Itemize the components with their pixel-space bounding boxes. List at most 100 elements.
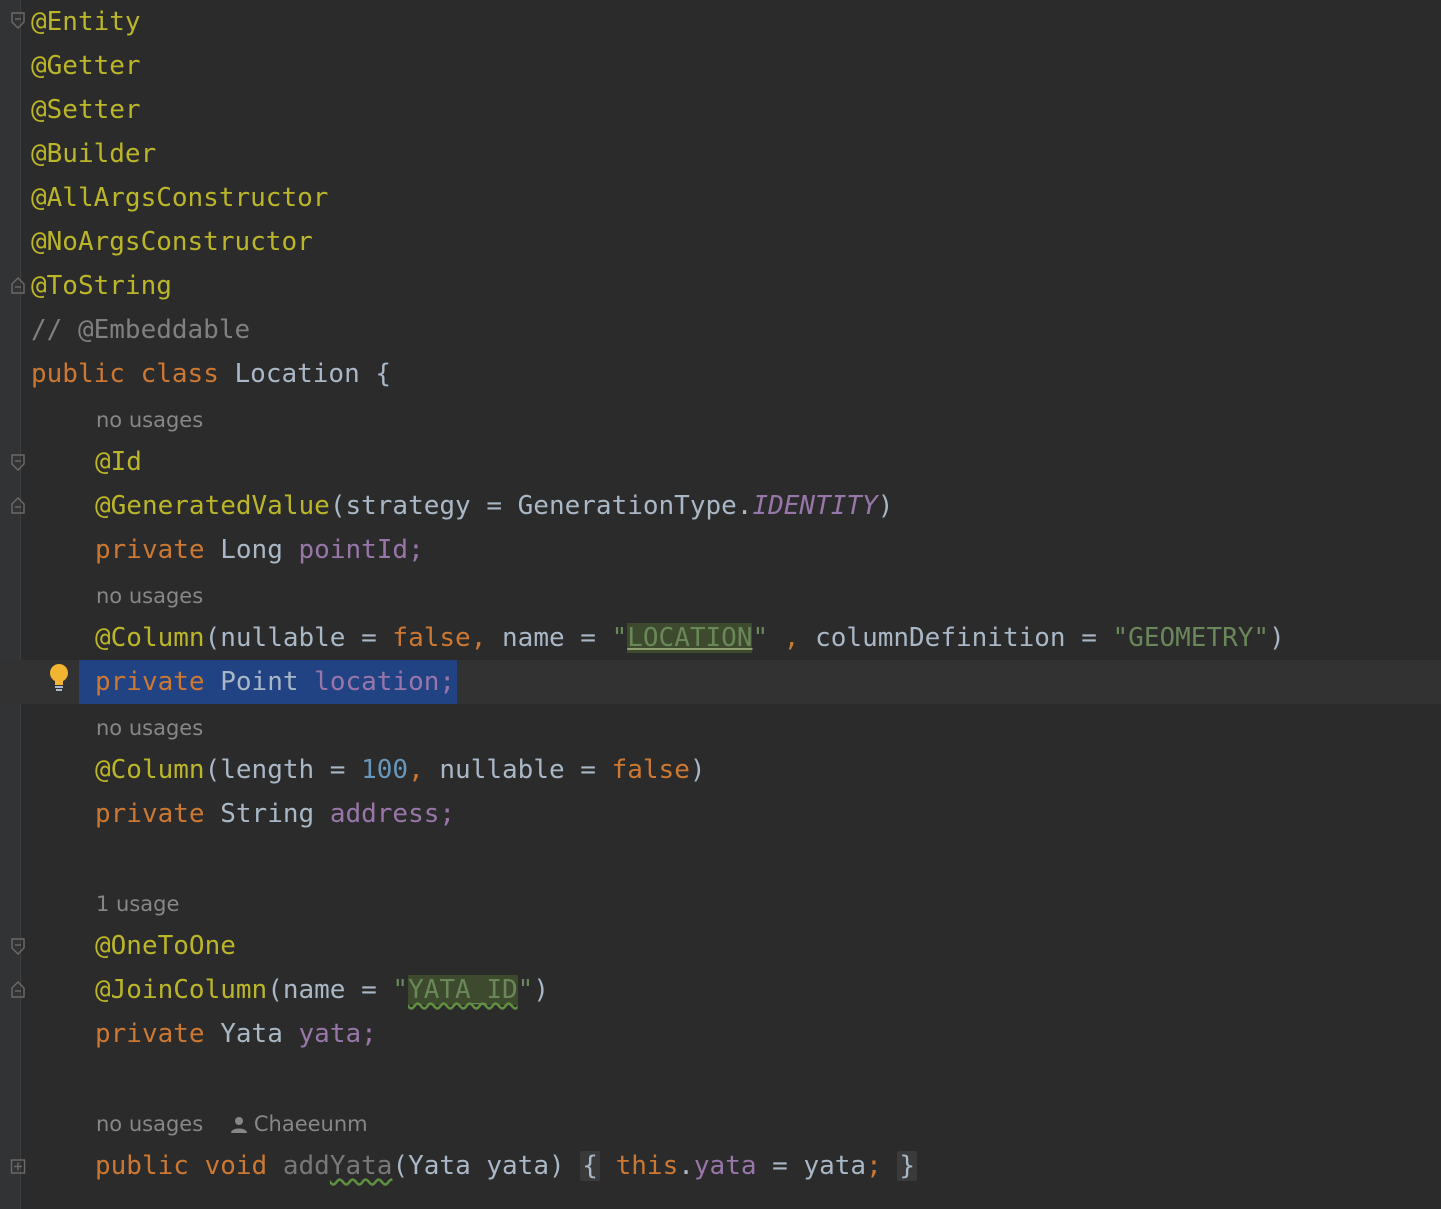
paren: ) bbox=[877, 491, 894, 521]
keyword: private bbox=[95, 535, 205, 565]
paren: ) bbox=[1269, 623, 1285, 653]
code-line[interactable]: @Id bbox=[0, 440, 1441, 484]
code-line[interactable]: @JoinColumn(name = "YATA_ID") bbox=[0, 968, 1441, 1012]
folded-brace[interactable]: { bbox=[580, 1151, 600, 1181]
code-line[interactable]: @OneToOne bbox=[0, 924, 1441, 968]
usage-hint-row[interactable]: no usages Chaeeunm bbox=[96, 1108, 368, 1140]
method-name-part: Yata bbox=[329, 1151, 393, 1181]
comma: , bbox=[408, 755, 424, 785]
field-name: pointId; bbox=[298, 535, 424, 565]
annotation-line: @GeneratedValue(strategy = GenerationTyp… bbox=[95, 484, 893, 528]
type-name: Long bbox=[220, 535, 283, 565]
code-line[interactable]: @Entity bbox=[0, 0, 1441, 44]
dot: . bbox=[678, 1151, 694, 1181]
keyword: this bbox=[615, 1151, 679, 1181]
person-icon bbox=[230, 1117, 247, 1133]
comma: , bbox=[470, 623, 487, 653]
method-name-part: add bbox=[282, 1151, 330, 1181]
annotation-line: @JoinColumn(name = "YATA_ID") bbox=[95, 968, 549, 1012]
field-name: address; bbox=[329, 799, 456, 829]
code-line[interactable]: @Column(length = 100, nullable = false) bbox=[0, 748, 1441, 792]
code-line[interactable]: public void addYata(Yata yata) { this.ya… bbox=[0, 1144, 1441, 1188]
usage-hint[interactable]: no usages bbox=[96, 404, 203, 436]
code-line[interactable]: @Column(nullable = false, name = "LOCATI… bbox=[0, 616, 1441, 660]
keyword: public bbox=[31, 359, 125, 389]
field-declaration: private Long pointId; bbox=[95, 528, 424, 572]
code-line[interactable]: @NoArgsConstructor bbox=[0, 220, 1441, 264]
code-line[interactable]: private Long pointId; bbox=[0, 528, 1441, 572]
field-ref: yata bbox=[693, 1151, 757, 1181]
method-declaration: public void addYata(Yata yata) { this.ya… bbox=[95, 1144, 918, 1188]
quote: " bbox=[392, 975, 409, 1005]
code-line[interactable]: // @Embeddable bbox=[0, 308, 1441, 352]
annotation: @ToString bbox=[31, 271, 172, 301]
paren: ) bbox=[689, 755, 706, 785]
code-line[interactable]: @AllArgsConstructor bbox=[0, 176, 1441, 220]
paren: ) bbox=[533, 975, 549, 1005]
code-line[interactable]: @Getter bbox=[0, 44, 1441, 88]
usage-hint[interactable]: no usages bbox=[96, 580, 203, 612]
annotation-args: (name = bbox=[267, 975, 393, 1005]
field-declaration: private Yata yata; bbox=[95, 1012, 377, 1056]
code-line[interactable]: @Setter bbox=[0, 88, 1441, 132]
annotation: @Getter bbox=[31, 51, 141, 81]
current-code-line[interactable]: private Point location; bbox=[0, 660, 1441, 704]
selected-text[interactable]: private Point location; bbox=[79, 660, 458, 704]
annotation-args: name = bbox=[486, 623, 612, 653]
folded-brace[interactable]: } bbox=[897, 1151, 918, 1181]
number-literal: 100 bbox=[361, 755, 409, 785]
annotation: @Builder bbox=[31, 139, 157, 169]
type-name: Yata bbox=[220, 1019, 283, 1049]
annotation: @NoArgsConstructor bbox=[31, 227, 313, 257]
usage-hint[interactable]: no usages bbox=[96, 712, 203, 744]
author-hint[interactable]: Chaeeunm bbox=[254, 1112, 368, 1136]
keyword: void bbox=[204, 1151, 268, 1181]
enum-constant: IDENTITY bbox=[752, 491, 878, 521]
keyword: private bbox=[95, 1019, 205, 1049]
field-name: location; bbox=[314, 667, 456, 697]
annotation: @OneToOne bbox=[95, 931, 236, 961]
comma: , bbox=[768, 623, 800, 653]
code-line[interactable]: private String address; bbox=[0, 792, 1441, 836]
annotation: @Column bbox=[95, 623, 205, 653]
code-line[interactable]: private Yata yata; bbox=[0, 1012, 1441, 1056]
type-name: String bbox=[220, 799, 315, 829]
string-literal-highlighted[interactable]: YATA_ID bbox=[408, 975, 518, 1005]
field-declaration: private String address; bbox=[95, 792, 455, 836]
class-name: Location bbox=[234, 359, 360, 389]
brace: { bbox=[375, 359, 392, 389]
string-literal-highlighted[interactable]: LOCATION bbox=[627, 623, 753, 653]
code-line[interactable]: @GeneratedValue(strategy = GenerationTyp… bbox=[0, 484, 1441, 528]
quote: " bbox=[611, 623, 628, 653]
usage-hint[interactable]: 1 usage bbox=[96, 888, 179, 920]
string-literal: "GEOMETRY" bbox=[1112, 623, 1270, 653]
annotation-line: @Column(nullable = false, name = "LOCATI… bbox=[95, 616, 1285, 660]
method-params: (Yata yata) bbox=[392, 1151, 565, 1181]
semicolon: ; bbox=[866, 1151, 882, 1181]
annotation: @Entity bbox=[31, 7, 141, 37]
annotation-args: (length = bbox=[204, 755, 362, 785]
keyword: public bbox=[95, 1151, 189, 1181]
keyword: class bbox=[140, 359, 219, 389]
keyword: private bbox=[95, 799, 205, 829]
lightbulb-icon[interactable] bbox=[47, 662, 71, 692]
usage-hint[interactable]: no usages bbox=[96, 1112, 203, 1136]
code-line[interactable]: @ToString bbox=[0, 264, 1441, 308]
code-line[interactable]: @Builder bbox=[0, 132, 1441, 176]
annotation-line: @Column(length = 100, nullable = false) bbox=[95, 748, 706, 792]
annotation-args: (strategy = GenerationType. bbox=[329, 491, 753, 521]
code-line[interactable]: public class Location { bbox=[0, 352, 1441, 396]
annotation: @GeneratedValue bbox=[95, 491, 330, 521]
annotation: @Column bbox=[95, 755, 205, 785]
annotation-args: nullable = bbox=[423, 755, 612, 785]
class-declaration: public class Location { bbox=[31, 352, 391, 396]
comment: // @Embeddable bbox=[31, 315, 251, 345]
annotation-args: columnDefinition = bbox=[799, 623, 1113, 653]
annotation-args: (nullable = bbox=[204, 623, 393, 653]
annotation: @JoinColumn bbox=[95, 975, 268, 1005]
keyword: false bbox=[611, 755, 690, 785]
field-name: yata; bbox=[298, 1019, 377, 1049]
annotation: @Id bbox=[95, 447, 142, 477]
keyword: private bbox=[95, 667, 205, 697]
keyword: false bbox=[392, 623, 471, 653]
